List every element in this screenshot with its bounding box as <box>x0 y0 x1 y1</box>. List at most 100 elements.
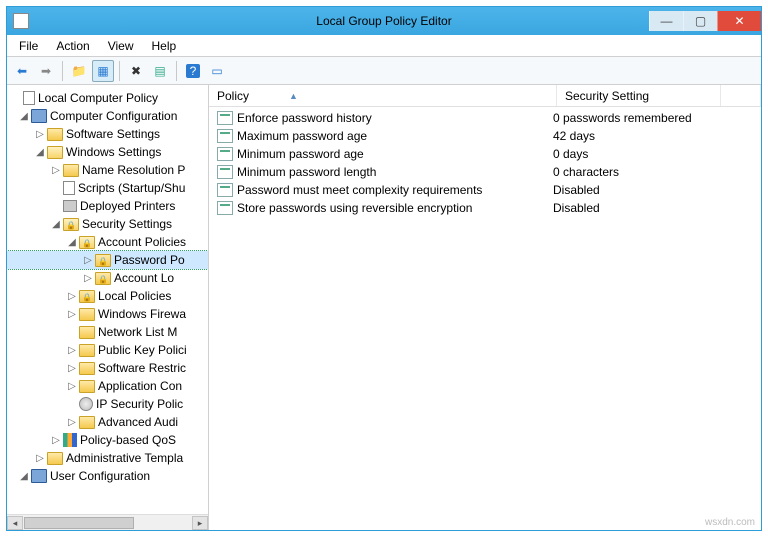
folder-lock-icon <box>63 218 79 231</box>
tree-label: IP Security Polic <box>96 397 183 411</box>
minimize-button[interactable]: — <box>649 11 683 31</box>
list-pane: Policy▲ Security Setting Enforce passwor… <box>209 85 761 530</box>
caret-down-icon[interactable]: ◢ <box>33 147 47 158</box>
policy-setting: 0 days <box>549 147 761 161</box>
computer-icon <box>31 469 47 483</box>
tree-item-admin-templates[interactable]: ▷Administrative Templa <box>7 449 208 467</box>
tree-label: Software Settings <box>66 127 160 141</box>
policy-item-icon <box>217 183 233 197</box>
tree-pane[interactable]: Local Computer Policy ◢ Computer Configur… <box>7 85 209 530</box>
tree-label: Windows Firewa <box>98 307 186 321</box>
tree-item-password-policy[interactable]: ▷Password Po <box>7 251 208 269</box>
list-row[interactable]: Store passwords using reversible encrypt… <box>209 199 761 217</box>
menubar: File Action View Help <box>7 35 761 57</box>
tree-label: Application Con <box>98 379 182 393</box>
policy-setting: 0 passwords remembered <box>549 111 761 125</box>
horizontal-scrollbar[interactable]: ◂ ▸ <box>7 514 208 530</box>
tree-item-local-policies[interactable]: ▷Local Policies <box>7 287 208 305</box>
tree-item-qos[interactable]: ▷ Policy-based QoS <box>7 431 208 449</box>
list-row[interactable]: Password must meet complexity requiremen… <box>209 181 761 199</box>
tree-root[interactable]: Local Computer Policy <box>7 89 208 107</box>
tree-item-account-lockout[interactable]: ▷ Account Lo <box>7 269 208 287</box>
tree-item-scripts[interactable]: Scripts (Startup/Shu <box>7 179 208 197</box>
policy-item-icon <box>217 147 233 161</box>
app-icon <box>13 13 29 29</box>
caret-down-icon[interactable]: ◢ <box>49 219 63 230</box>
menu-view[interactable]: View <box>100 37 142 55</box>
separator <box>176 61 177 81</box>
scroll-right-button[interactable]: ▸ <box>192 516 208 530</box>
tree-item-security-settings[interactable]: ◢Security Settings <box>7 215 208 233</box>
policy-item-icon <box>217 165 233 179</box>
policy-setting: 0 characters <box>549 165 761 179</box>
up-button[interactable]: 📁 <box>68 60 90 82</box>
separator <box>119 61 120 81</box>
tree-item-ip-security[interactable]: IP Security Polic <box>7 395 208 413</box>
caret-right-icon[interactable]: ▷ <box>49 165 63 176</box>
menu-help[interactable]: Help <box>144 37 185 55</box>
tree-label: Name Resolution P <box>82 163 185 177</box>
folder-icon <box>47 128 63 141</box>
list-row[interactable]: Enforce password history0 passwords reme… <box>209 109 761 127</box>
properties-button[interactable]: ▭ <box>206 60 228 82</box>
caret-right-icon[interactable]: ▷ <box>65 417 79 428</box>
tree-label: User Configuration <box>50 469 150 483</box>
list-row[interactable]: Minimum password length0 characters <box>209 163 761 181</box>
tree-label: Deployed Printers <box>80 199 175 213</box>
maximize-button[interactable]: ▢ <box>683 11 717 31</box>
tree-item-software-restriction[interactable]: ▷Software Restric <box>7 359 208 377</box>
back-button[interactable]: ⬅ <box>11 60 33 82</box>
close-button[interactable]: ✕ <box>717 11 761 31</box>
folder-icon <box>47 452 63 465</box>
scroll-left-button[interactable]: ◂ <box>7 516 23 530</box>
caret-right-icon[interactable]: ▷ <box>65 309 79 320</box>
folder-lock-icon <box>79 290 95 303</box>
tree-label: Policy-based QoS <box>80 433 176 447</box>
policy-icon <box>23 91 35 105</box>
tree-item-windows-settings[interactable]: ◢Windows Settings <box>7 143 208 161</box>
scroll-thumb[interactable] <box>24 517 134 529</box>
folder-open-icon <box>47 146 63 159</box>
col-setting[interactable]: Security Setting <box>557 85 721 106</box>
tree-item-software-settings[interactable]: ▷ Software Settings <box>7 125 208 143</box>
view-button[interactable]: ▦ <box>92 60 114 82</box>
tree-item-name-resolution[interactable]: ▷ Name Resolution P <box>7 161 208 179</box>
caret-right-icon[interactable]: ▷ <box>33 129 47 140</box>
caret-right-icon[interactable]: ▷ <box>81 273 95 284</box>
caret-right-icon[interactable]: ▷ <box>65 345 79 356</box>
list-body: Enforce password history0 passwords reme… <box>209 107 761 219</box>
tree-label: Account Lo <box>114 271 174 285</box>
window-icon: ▭ <box>211 64 222 78</box>
tree-item-computer-config[interactable]: ◢ Computer Configuration <box>7 107 208 125</box>
caret-right-icon[interactable]: ▷ <box>33 453 47 464</box>
caret-icon[interactable]: ▷ <box>81 255 95 266</box>
help-button[interactable]: ? <box>182 60 204 82</box>
policy-item-icon <box>217 201 233 215</box>
tree-item-public-key[interactable]: ▷Public Key Polici <box>7 341 208 359</box>
caret-right-icon[interactable]: ▷ <box>49 435 63 446</box>
menu-action[interactable]: Action <box>48 37 97 55</box>
caret-right-icon[interactable]: ▷ <box>65 291 79 302</box>
tree-item-deployed-printers[interactable]: Deployed Printers <box>7 197 208 215</box>
caret-right-icon[interactable]: ▷ <box>65 381 79 392</box>
titlebar[interactable]: Local Group Policy Editor — ▢ ✕ <box>7 7 761 35</box>
caret-down-icon[interactable]: ◢ <box>17 111 31 122</box>
caret-right-icon[interactable]: ▷ <box>65 363 79 374</box>
tree-item-network-list[interactable]: Network List M <box>7 323 208 341</box>
caret-down-icon[interactable]: ◢ <box>17 471 31 482</box>
tree-item-application-control[interactable]: ▷ Application Con <box>7 377 208 395</box>
menu-file[interactable]: File <box>11 37 46 55</box>
caret-down-icon[interactable]: ◢ <box>65 237 79 248</box>
tree-item-user-config[interactable]: ◢ User Configuration <box>7 467 208 485</box>
col-spacer[interactable] <box>721 85 761 106</box>
tree-label: Computer Configuration <box>50 109 177 123</box>
forward-button[interactable]: ➡ <box>35 60 57 82</box>
export-button[interactable]: ▤ <box>149 60 171 82</box>
tree-item-account-policies[interactable]: ◢Account Policies <box>7 233 208 251</box>
tree-item-advanced-audit[interactable]: ▷Advanced Audi <box>7 413 208 431</box>
col-policy[interactable]: Policy▲ <box>209 85 557 106</box>
list-row[interactable]: Minimum password age0 days <box>209 145 761 163</box>
list-row[interactable]: Maximum password age42 days <box>209 127 761 145</box>
tree-item-windows-firewall[interactable]: ▷ Windows Firewa <box>7 305 208 323</box>
delete-button[interactable]: ✖ <box>125 60 147 82</box>
